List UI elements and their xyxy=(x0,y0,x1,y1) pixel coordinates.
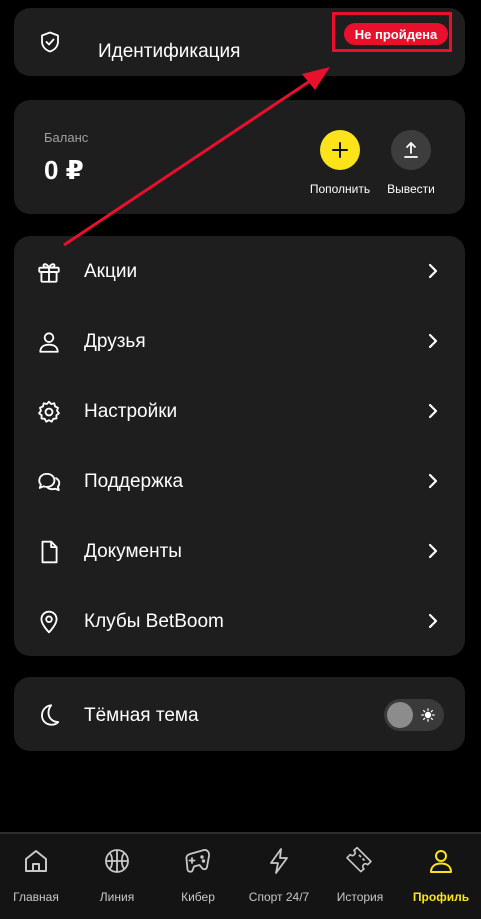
nav-home[interactable]: Главная xyxy=(0,846,72,910)
profile-screen: Идентификация Не пройдена Баланс 0 ₽ Поп… xyxy=(0,0,481,919)
deposit-label: Пополнить xyxy=(309,182,371,196)
sun-icon xyxy=(421,708,435,722)
deposit-button[interactable]: Пополнить xyxy=(300,130,380,200)
nav-sport-24-7[interactable]: Спорт 24/7 xyxy=(243,846,315,910)
menu-item-label: Друзья xyxy=(84,331,146,352)
gamepad-icon xyxy=(185,849,210,873)
chat-icon xyxy=(38,472,61,492)
bottom-navigation: Главная Линия Кибер Спорт 24/7 История П… xyxy=(0,832,481,919)
ticket-icon xyxy=(346,846,372,873)
balance-label: Баланс xyxy=(44,130,89,145)
menu-item-label: Клубы BetBoom xyxy=(84,611,224,632)
balance-value: 0 ₽ xyxy=(44,155,84,185)
menu-item-documents[interactable]: Документы xyxy=(14,516,465,586)
chevron-right-icon xyxy=(428,333,438,349)
balance-card: Баланс 0 ₽ Пополнить Вывести xyxy=(14,100,465,214)
nav-label: Кибер xyxy=(181,890,215,904)
menu-item-support[interactable]: Поддержка xyxy=(14,446,465,516)
nav-line[interactable]: Линия xyxy=(81,846,153,910)
nav-label: История xyxy=(336,890,384,904)
status-highlight-box: Не пройдена xyxy=(332,12,452,52)
nav-label: Спорт 24/7 xyxy=(248,890,310,904)
document-icon xyxy=(41,540,58,564)
menu-item-label: Документы xyxy=(84,541,182,562)
chevron-right-icon xyxy=(428,613,438,629)
identification-card[interactable]: Идентификация Не пройдена xyxy=(14,8,465,76)
menu-item-clubs[interactable]: Клубы BetBoom xyxy=(14,586,465,656)
menu-item-friends[interactable]: Друзья xyxy=(14,306,465,376)
gift-icon xyxy=(38,263,60,283)
menu-item-settings[interactable]: Настройки xyxy=(14,376,465,446)
chevron-right-icon xyxy=(428,543,438,559)
identification-status-badge: Не пройдена xyxy=(344,23,448,45)
profile-icon xyxy=(430,850,452,873)
chevron-right-icon xyxy=(428,403,438,419)
menu-item-promotions[interactable]: Акции xyxy=(14,236,465,306)
menu-item-label: Акции xyxy=(84,261,138,282)
map-pin-icon xyxy=(40,610,58,634)
user-icon xyxy=(39,332,59,353)
lightning-icon xyxy=(270,848,288,874)
dark-theme-toggle[interactable] xyxy=(384,699,444,731)
ball-icon xyxy=(105,849,129,873)
dark-theme-row: Тёмная тема xyxy=(14,677,465,751)
upload-icon xyxy=(391,130,431,170)
chevron-right-icon xyxy=(428,263,438,279)
shield-check-icon xyxy=(41,31,59,53)
nav-label: Линия xyxy=(99,890,135,904)
gear-icon xyxy=(38,400,60,423)
nav-label: Профиль xyxy=(412,890,470,904)
moon-icon xyxy=(41,704,60,726)
menu-item-label: Настройки xyxy=(84,401,178,422)
nav-profile[interactable]: Профиль xyxy=(405,846,477,910)
withdraw-label: Вывести xyxy=(387,182,435,196)
home-icon xyxy=(25,850,47,872)
chevron-right-icon xyxy=(428,473,438,489)
plus-icon xyxy=(320,130,360,170)
nav-history[interactable]: История xyxy=(324,846,396,910)
toggle-knob xyxy=(387,702,413,728)
withdraw-button[interactable]: Вывести xyxy=(371,130,451,200)
identification-label: Идентификация xyxy=(98,41,241,62)
nav-cyber[interactable]: Кибер xyxy=(162,846,234,910)
menu-list: Акции Друзья Настройки Поддержка Докумен… xyxy=(14,236,465,656)
menu-item-label: Поддержка xyxy=(84,471,184,492)
nav-label: Главная xyxy=(13,890,59,904)
dark-theme-label: Тёмная тема xyxy=(84,705,199,726)
